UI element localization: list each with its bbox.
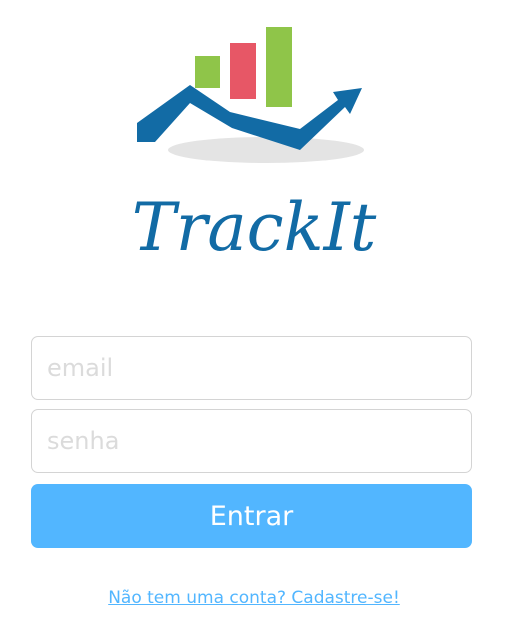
logo-bar-green-tall: [266, 27, 292, 107]
signup-link[interactable]: Não tem uma conta? Cadastre-se!: [0, 588, 508, 608]
logo-shadow: [168, 137, 364, 163]
email-input[interactable]: [31, 336, 472, 400]
logo-bar-green-small: [195, 56, 220, 88]
app-logo: TrackIt: [0, 0, 508, 280]
logo-wordmark: TrackIt: [132, 189, 377, 266]
logo-bar-red: [230, 43, 256, 99]
password-input[interactable]: [31, 409, 472, 473]
logo-graphic: TrackIt: [132, 27, 377, 266]
login-button[interactable]: Entrar: [31, 484, 472, 548]
